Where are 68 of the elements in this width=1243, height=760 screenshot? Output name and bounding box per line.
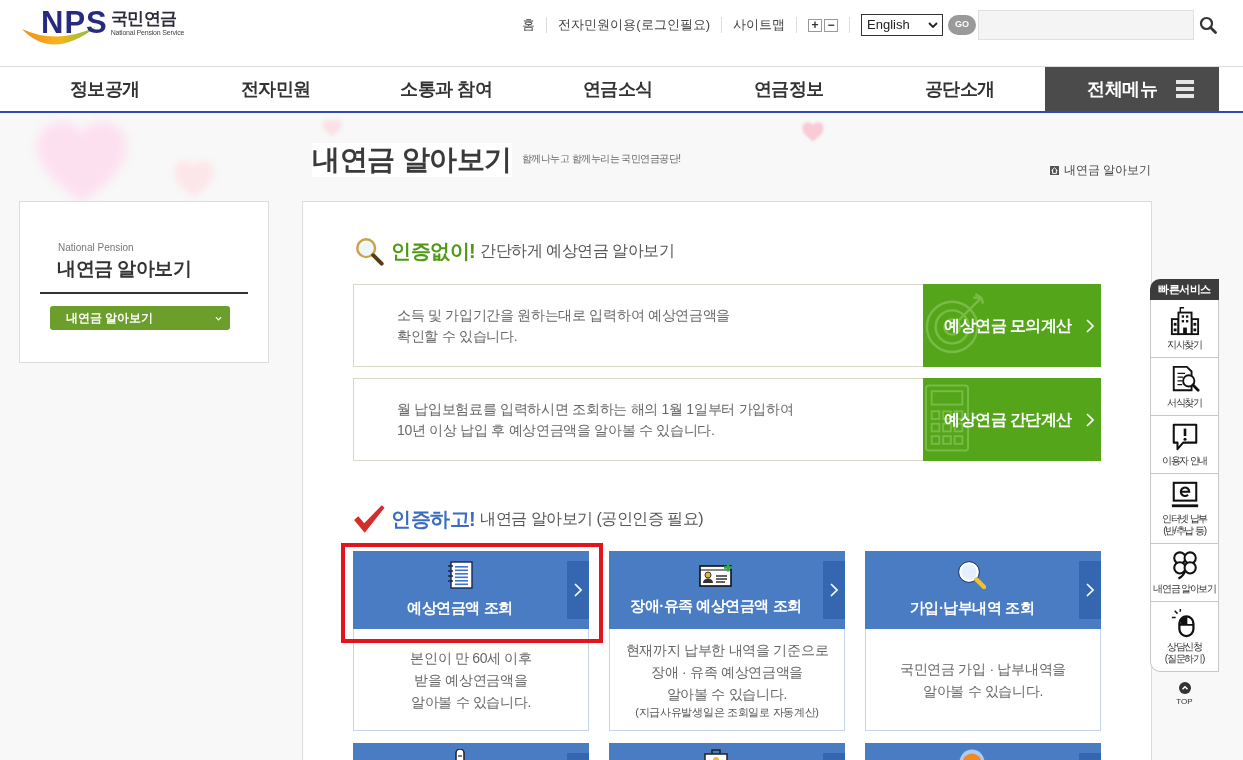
quick-service-link[interactable]: 내연금 알아보기 <box>1151 544 1218 602</box>
search-field[interactable] <box>978 10 1194 40</box>
document-icon <box>447 561 473 589</box>
search-icon[interactable] <box>1199 16 1217 34</box>
tile-description: 현재까지 납부한 내역을 기준으로 장애 · 유족 예상연금액을 알아볼 수 있습니다. <box>625 641 829 704</box>
quick-service-link[interactable]: 상담신청 (질문하기) <box>1151 602 1218 671</box>
section-emphasis: 인증하고! <box>391 507 476 531</box>
menu-icon <box>1176 80 1194 98</box>
section-heading: 내연금 알아보기 (공인인증 필요) <box>480 509 704 529</box>
nav-link[interactable]: 전자민원 <box>190 67 361 111</box>
chevron-right-icon <box>1086 412 1094 427</box>
calculator-description: 월 납입보험료를 입력하시면 조회하는 해의 1월 1일부터 가입하여 10년 이상 납입 후 예상연금액을 알아볼 수 있습니다. <box>397 399 794 440</box>
calculator-description: 소득 및 가입기간을 원하는대로 입력하여 예상연금액을 확인할 수 있습니다. <box>397 305 731 346</box>
tile-description: 국민연금 가입 · 납부내역을 알아볼 수 있습니다. <box>900 659 1066 701</box>
monitor-icon <box>1169 480 1200 510</box>
building-icon <box>1169 306 1200 336</box>
quick-service-link[interactable]: 지사찾기 <box>1151 300 1218 358</box>
arrow-button[interactable] <box>567 561 589 619</box>
tile-title[interactable]: 예상연금액 조회 <box>407 598 513 618</box>
heart-icon <box>800 122 826 142</box>
tile-title[interactable]: 장애·유족 예상연금액 조회 <box>630 596 802 616</box>
quick-service-link[interactable]: 서식찾기 <box>1151 358 1218 416</box>
nav-link[interactable]: 공단소개 <box>874 67 1045 111</box>
page-slogan: 함께나누고 함께누리는 국민연금공단! <box>521 153 681 165</box>
language-select[interactable]: English <box>861 14 943 36</box>
tile-description: 본인이 만 60세 이후 받을 예상연금액을 알아볼 수 있습니다. <box>410 648 532 712</box>
font-size-button[interactable]: + <box>808 18 822 32</box>
logo-name[interactable]: 국민연금 <box>110 10 185 28</box>
tile-title[interactable]: 가입·납부내역 조회 <box>909 598 1035 618</box>
font-size-button[interactable]: − <box>824 18 838 32</box>
checkmark-icon <box>353 504 385 534</box>
utility-link[interactable]: 홈 <box>522 17 536 33</box>
chevron-down-icon <box>215 315 222 321</box>
arrow-button[interactable] <box>823 561 845 619</box>
tube-icon <box>453 749 467 760</box>
caret-up-icon <box>1178 682 1191 694</box>
quick-service-title: 빠른서비스 <box>1150 279 1219 300</box>
chevron-right-icon <box>574 583 582 597</box>
breadcrumb-link[interactable]: 내연금 알아보기 <box>1063 163 1151 177</box>
top-button[interactable]: TOP <box>1176 682 1193 707</box>
chevron-right-icon <box>830 583 838 597</box>
home-icon <box>1049 165 1059 175</box>
sidebar-caption: National Pension <box>58 242 135 254</box>
nav-link[interactable]: 소통과 참여 <box>361 67 532 111</box>
magnifier-icon <box>958 561 986 589</box>
quick-service-link[interactable]: 인터넷 납부 (반/추납 등) <box>1151 474 1218 544</box>
nav-link[interactable]: 연금정보 <box>703 67 874 111</box>
magnifier-icon <box>353 236 385 266</box>
nav-link[interactable]: 연금소식 <box>532 67 703 111</box>
chevron-right-icon <box>1086 318 1094 333</box>
heart-icon <box>322 118 342 138</box>
section-emphasis: 인증없이! <box>391 239 476 263</box>
id-card-icon <box>699 563 733 587</box>
utility-link[interactable]: 사이트맵 <box>733 17 785 33</box>
chevron-right-icon <box>1086 583 1094 597</box>
utility-link[interactable]: 전자민원이용(로그인필요) <box>558 17 710 33</box>
logo-abbreviation[interactable]: NPS <box>41 10 108 36</box>
page-title: 내연금 알아보기 <box>312 143 512 177</box>
all-menu-button[interactable]: 전체메뉴 <box>1045 67 1219 111</box>
ring-icon <box>959 749 985 760</box>
chevron-down-icon <box>928 22 938 28</box>
arrow-button[interactable] <box>1079 561 1101 619</box>
briefcase-icon <box>704 749 728 760</box>
nav-link[interactable]: 정보공개 <box>19 67 190 111</box>
sidebar-title: 내연금 알아보기 <box>57 257 193 281</box>
section-heading: 간단하게 예상연금 알아보기 <box>480 241 675 261</box>
tile-note: (지급사유발생일은 조회일로 자동계산) <box>635 705 819 720</box>
quick-service-link[interactable]: 이용자 안내 <box>1151 416 1218 474</box>
